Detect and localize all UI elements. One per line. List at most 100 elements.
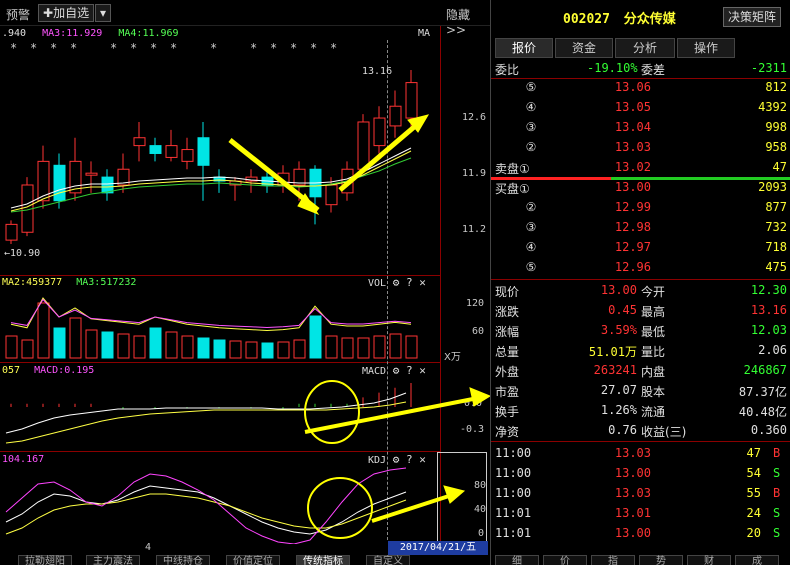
stat-value: 40.48亿 (738, 405, 787, 419)
buy-order-row[interactable]: ④ 12.97 718 (491, 238, 790, 258)
candle (181, 149, 194, 162)
tab-indicator[interactable]: 价值定位 (226, 555, 280, 565)
quote-bottom-tab[interactable]: 指 (591, 555, 635, 565)
quote-bottom-tab[interactable]: 财 (687, 555, 731, 565)
commission-ratio-row: 委比 -19.10% 委差 -2311 (491, 59, 790, 79)
star-marker: * (330, 41, 337, 55)
order-price: 12.99 (614, 200, 651, 214)
trade-volume: 20 (746, 526, 761, 540)
candle (149, 145, 162, 154)
order-volume: 2093 (758, 180, 787, 194)
tab-indicator[interactable]: 自定义 (366, 555, 410, 565)
order-volume: 877 (765, 200, 787, 214)
buy-order-row[interactable]: ② 12.99 877 (491, 198, 790, 218)
stat-label: 最低 (641, 325, 666, 339)
stat-label: 涨跌 (495, 305, 520, 319)
volume-bar (85, 329, 98, 359)
trade-price: 13.01 (614, 506, 651, 520)
tab-analysis[interactable]: 分析 (615, 38, 675, 58)
candle (85, 172, 98, 176)
stat-label: 股本 (641, 385, 666, 399)
trade-volume: 55 (746, 486, 761, 500)
level-label: ③ (525, 220, 537, 234)
stat-value: 0.45 (608, 303, 637, 317)
order-volume: 812 (765, 80, 787, 94)
level-label: ⑤ (525, 260, 537, 274)
sell-order-row[interactable]: ③ 13.04 998 (491, 118, 790, 138)
volume-bar (245, 341, 258, 359)
stat-label: 净资 (495, 425, 520, 439)
macd-axis-label: 0.0 (464, 398, 483, 409)
sell-order-row[interactable]: 卖盘① 13.02 47 (491, 158, 790, 178)
stat-row: 外盘 263241 内盘 246867 (491, 361, 790, 381)
volume-bar (197, 337, 210, 359)
candle (53, 164, 66, 202)
candle (373, 117, 386, 147)
chart-area[interactable]: 预警 ✚加自选 ▾ 隐藏>> .940 MA3:11.929 MA4:11.96… (0, 0, 490, 565)
decision-matrix-button[interactable]: 决策矩阵 (723, 7, 782, 27)
stat-label: 流通 (641, 405, 666, 419)
alert-label[interactable]: 预警 (6, 6, 30, 23)
price-axis-label: 12.6 (462, 112, 487, 123)
star-marker: * (70, 41, 77, 55)
order-price: 13.03 (614, 140, 651, 154)
stat-value: 13.16 (750, 303, 787, 317)
stock-code: 002027 (563, 12, 610, 27)
candle (325, 184, 338, 206)
macd-axis-label: -0.3 (460, 424, 485, 435)
trade-time: 11:01 (495, 526, 532, 540)
volume-bar (165, 331, 178, 359)
stat-value: 12.03 (750, 323, 787, 337)
level-label: ② (525, 140, 537, 154)
commission-ratio-label: 委比 (495, 63, 520, 77)
tab-indicator[interactable]: 拉勒翅阳 (18, 555, 72, 565)
stat-value: 13.00 (600, 283, 637, 297)
buy-order-row[interactable]: ⑤ 12.96 475 (491, 258, 790, 278)
order-volume: 998 (765, 120, 787, 134)
tab-indicator-active[interactable]: 传统指标 (296, 555, 350, 565)
trade-row: 11:00 13.00 54 S (491, 464, 790, 484)
star-marker: * (150, 41, 157, 55)
candle (277, 172, 290, 186)
stock-name: 分众传媒 (623, 12, 676, 27)
buy-order-row[interactable]: ③ 12.98 732 (491, 218, 790, 238)
sell-order-row[interactable]: ⑤ 13.06 812 (491, 78, 790, 98)
stat-value: 263241 (593, 363, 637, 377)
dropdown-button[interactable]: ▾ (95, 4, 111, 22)
buy-order-row[interactable]: 买盘① 13.00 2093 (491, 178, 790, 198)
star-marker: * (110, 41, 117, 55)
level-label: ④ (525, 240, 537, 254)
tab-indicator[interactable]: 中线持仓 (156, 555, 210, 565)
volume-bar (181, 335, 194, 359)
trade-side: B (773, 446, 781, 460)
commission-diff-label: 委差 (641, 63, 666, 77)
star-marker: * (130, 41, 137, 55)
stat-value: 12.30 (750, 283, 787, 297)
order-price: 13.06 (614, 80, 651, 94)
volume-bar (117, 333, 130, 359)
stat-value: 1.26% (600, 403, 637, 417)
quote-bottom-tab[interactable]: 成 (735, 555, 779, 565)
candle (389, 105, 402, 127)
tab-indicator[interactable]: 主力震法 (86, 555, 140, 565)
sell-order-row[interactable]: ② 13.03 958 (491, 138, 790, 158)
stat-label: 现价 (495, 285, 520, 299)
stat-label: 今开 (641, 285, 666, 299)
tab-funds[interactable]: 资金 (555, 38, 613, 58)
trade-time: 11:01 (495, 506, 532, 520)
stat-value: 246867 (743, 363, 787, 377)
add-watchlist-button[interactable]: ✚加自选 (38, 4, 95, 22)
quote-bottom-tab[interactable]: 势 (639, 555, 683, 565)
stat-row: 涨跌 0.45 最高 13.16 (491, 301, 790, 321)
order-price: 12.97 (614, 240, 651, 254)
stat-label: 总量 (495, 345, 520, 359)
quote-bottom-tab[interactable]: 细 (495, 555, 539, 565)
order-price: 12.96 (614, 260, 651, 274)
sell-order-row[interactable]: ④ 13.05 4392 (491, 98, 790, 118)
hide-panel-button[interactable]: 隐藏>> (446, 6, 490, 37)
tab-quote[interactable]: 报价 (495, 38, 553, 58)
quote-bottom-tab[interactable]: 价 (543, 555, 587, 565)
tab-operation[interactable]: 操作 (677, 38, 735, 58)
volume-bar (293, 339, 306, 359)
stat-row: 涨幅 3.59% 最低 12.03 (491, 321, 790, 341)
